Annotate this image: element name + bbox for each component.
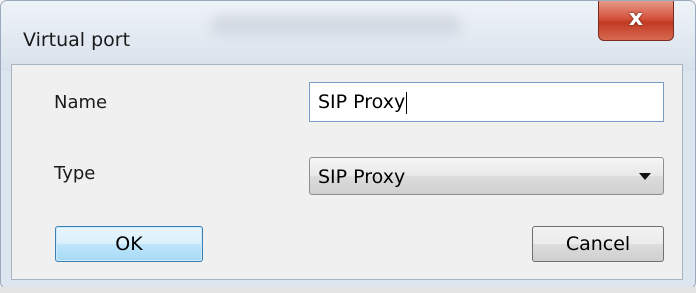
ok-button[interactable]: OK <box>55 226 203 262</box>
blurred-background-text <box>211 15 461 35</box>
type-label: Type <box>54 163 96 184</box>
name-label: Name <box>54 92 108 113</box>
cancel-button[interactable]: Cancel <box>532 226 664 262</box>
dialog-body: Name SIP Proxy Type SIP Proxy OK Cancel <box>11 64 683 280</box>
window-title: Virtual port <box>23 29 131 51</box>
name-input-value: SIP Proxy <box>318 91 406 113</box>
close-button[interactable]: x <box>598 1 674 41</box>
close-icon: x <box>628 6 644 31</box>
dialog-window: Virtual port x Name SIP Proxy Type SIP P… <box>0 0 696 289</box>
type-select[interactable]: SIP Proxy <box>309 157 664 195</box>
title-bar[interactable]: Virtual port x <box>1 1 695 71</box>
background-strip <box>0 287 696 293</box>
text-caret <box>406 91 408 114</box>
chevron-down-icon[interactable] <box>639 173 651 180</box>
type-select-value: SIP Proxy <box>318 166 406 188</box>
name-input[interactable]: SIP Proxy <box>309 82 664 122</box>
